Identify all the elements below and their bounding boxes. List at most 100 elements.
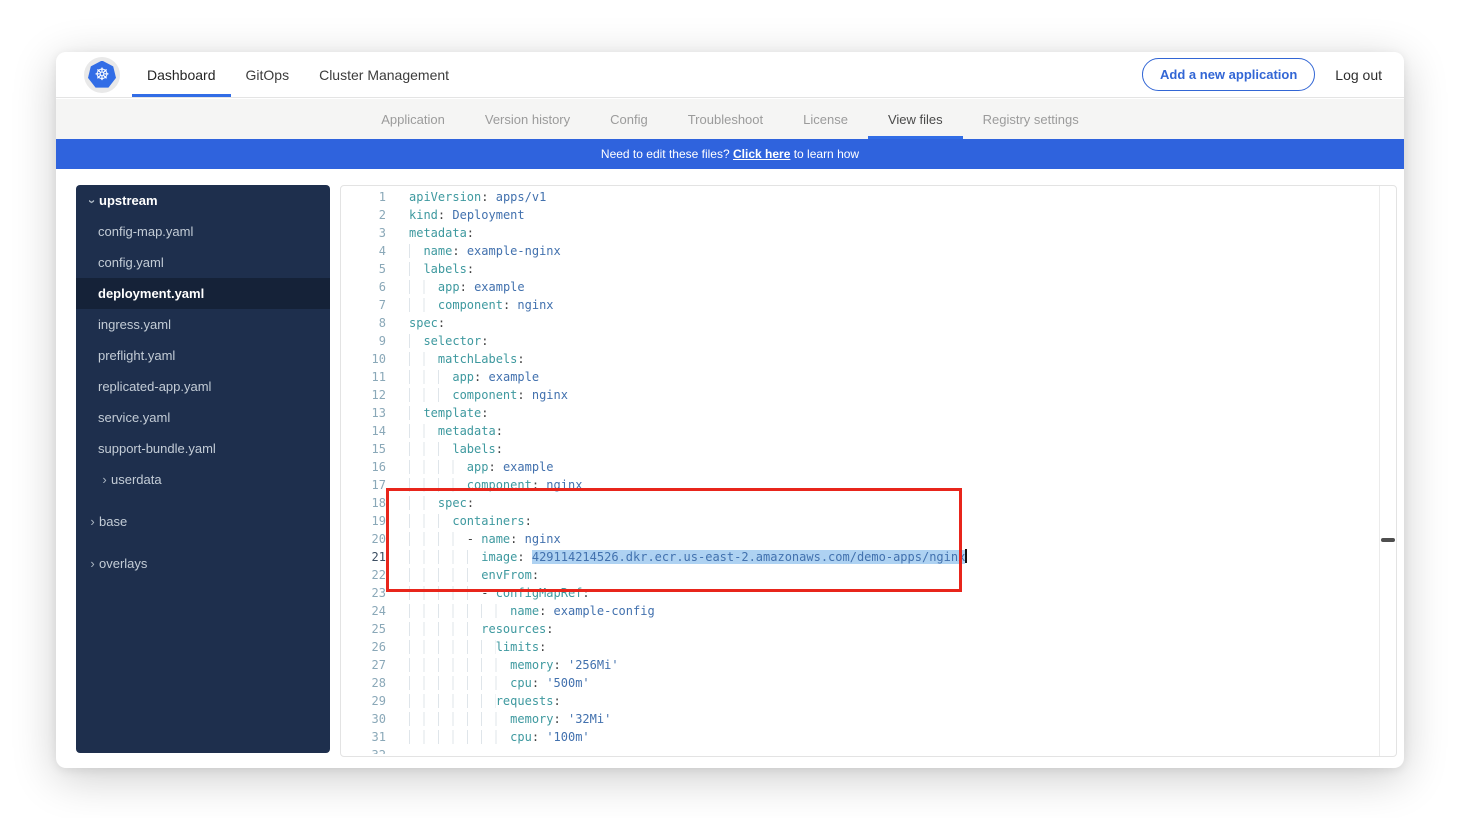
code-line-text: component: nginx	[409, 386, 568, 404]
code-line-text: metadata:	[409, 224, 474, 242]
indent-guides	[409, 550, 481, 564]
indent-guides	[409, 244, 423, 258]
yaml-key: spec	[409, 316, 438, 330]
yaml-dash: -	[481, 586, 495, 600]
yaml-value: nginx	[546, 478, 582, 492]
yaml-value: nginx	[532, 388, 568, 402]
yaml-key: selector	[423, 334, 481, 348]
indent-guides	[409, 586, 481, 600]
code-line-text: envFrom:	[409, 566, 539, 584]
line-number: 6	[341, 278, 386, 296]
yaml-value: example	[503, 460, 554, 474]
yaml-key: cpu	[510, 730, 532, 744]
line-number: 20	[341, 530, 386, 548]
code-line: 27 memory: '256Mi'	[341, 656, 1378, 674]
tree-item-overlays[interactable]: ›overlays	[76, 548, 330, 579]
file-tree: ›upstreamconfig-map.yamlconfig.yamldeplo…	[76, 185, 330, 753]
yaml-value: example-nginx	[467, 244, 561, 258]
yaml-value: nginx	[525, 532, 561, 546]
tree-item-deployment-yaml[interactable]: deployment.yaml	[76, 278, 330, 309]
line-number: 23	[341, 584, 386, 602]
yaml-colon: :	[525, 514, 532, 528]
tree-item-service-yaml[interactable]: service.yaml	[76, 402, 330, 433]
code-lines: 1apiVersion: apps/v12kind: Deployment3me…	[341, 188, 1378, 754]
indent-guides	[409, 622, 481, 636]
code-line-text: component: nginx	[409, 296, 554, 314]
tab-registry-settings[interactable]: Registry settings	[963, 99, 1099, 139]
yaml-colon: :	[467, 496, 474, 510]
tree-item-preflight-yaml[interactable]: preflight.yaml	[76, 340, 330, 371]
indent-guides	[409, 352, 438, 366]
code-line-text: app: example	[409, 458, 554, 476]
line-number: 24	[341, 602, 386, 620]
tree-item-label: support-bundle.yaml	[98, 433, 216, 464]
tab-config[interactable]: Config	[590, 99, 668, 139]
yaml-colon: :	[517, 388, 524, 402]
code-line-text: containers:	[409, 512, 532, 530]
tree-item-label: config-map.yaml	[98, 216, 193, 247]
top-nav: ☸ DashboardGitOpsCluster Management Add …	[56, 52, 1404, 98]
yaml-colon: :	[532, 568, 539, 582]
tab-application[interactable]: Application	[361, 99, 465, 139]
code-line-text: requests:	[409, 692, 561, 710]
nav-item-dashboard[interactable]: Dashboard	[132, 52, 231, 97]
add-application-button[interactable]: Add a new application	[1142, 58, 1315, 91]
code-line: 4 name: example-nginx	[341, 242, 1378, 260]
yaml-key: metadata	[438, 424, 496, 438]
tree-item-label: userdata	[111, 464, 162, 495]
yaml-key: component	[438, 298, 503, 312]
tab-version-history[interactable]: Version history	[465, 99, 590, 139]
yaml-key: resources	[481, 622, 546, 636]
line-number: 2	[341, 206, 386, 224]
yaml-value: Deployment	[452, 208, 524, 222]
code-line-text: kind: Deployment	[409, 206, 525, 224]
selected-text: 429114214526.dkr.ecr.us-east-2.amazonaws…	[532, 550, 965, 564]
logout-link[interactable]: Log out	[1335, 67, 1382, 83]
tab-view-files[interactable]: View files	[868, 99, 963, 139]
code-editor[interactable]: 1apiVersion: apps/v12kind: Deployment3me…	[340, 185, 1397, 757]
code-line: 11 app: example	[341, 368, 1378, 386]
nav-item-gitops[interactable]: GitOps	[231, 52, 305, 97]
tree-item-upstream[interactable]: ›upstream	[76, 185, 330, 216]
yaml-colon: :	[496, 442, 503, 456]
tree-item-config-yaml[interactable]: config.yaml	[76, 247, 330, 278]
tree-item-base[interactable]: ›base	[76, 506, 330, 537]
yaml-key: component	[452, 388, 517, 402]
line-number: 27	[341, 656, 386, 674]
editor-scrollbar[interactable]	[1379, 186, 1396, 756]
scrollbar-thumb[interactable]	[1381, 538, 1395, 542]
indent-guides	[409, 442, 452, 456]
line-number: 29	[341, 692, 386, 710]
tree-item-label: config.yaml	[98, 247, 164, 278]
tree-item-label: overlays	[99, 548, 147, 579]
tree-item-label: base	[99, 506, 127, 537]
yaml-key: cpu	[510, 676, 532, 690]
yaml-key: template	[423, 406, 481, 420]
indent-guides	[409, 676, 510, 690]
yaml-key: name	[510, 604, 539, 618]
tree-item-config-map-yaml[interactable]: config-map.yaml	[76, 216, 330, 247]
code-line: 3metadata:	[341, 224, 1378, 242]
tree-item-label: ingress.yaml	[98, 309, 171, 340]
line-number: 9	[341, 332, 386, 350]
yaml-key: apiVersion	[409, 190, 481, 204]
yaml-colon: :	[532, 676, 539, 690]
code-line: 31 cpu: '100m'	[341, 728, 1378, 746]
code-line-text: app: example	[409, 368, 539, 386]
code-line: 10 matchLabels:	[341, 350, 1378, 368]
yaml-key: image	[481, 550, 517, 564]
tree-item-ingress-yaml[interactable]: ingress.yaml	[76, 309, 330, 340]
yaml-space	[561, 658, 568, 672]
tab-license[interactable]: License	[783, 99, 868, 139]
code-line: 9 selector:	[341, 332, 1378, 350]
yaml-colon: :	[546, 622, 553, 636]
tree-item-userdata[interactable]: ›userdata	[76, 464, 330, 495]
tab-troubleshoot[interactable]: Troubleshoot	[668, 99, 783, 139]
code-line: 20 - name: nginx	[341, 530, 1378, 548]
click-here-link[interactable]: Click here	[733, 147, 790, 161]
yaml-key: app	[438, 280, 460, 294]
tree-item-support-bundle-yaml[interactable]: support-bundle.yaml	[76, 433, 330, 464]
nav-item-cluster-management[interactable]: Cluster Management	[304, 52, 464, 97]
tree-item-replicated-app-yaml[interactable]: replicated-app.yaml	[76, 371, 330, 402]
indent-guides	[409, 262, 423, 276]
